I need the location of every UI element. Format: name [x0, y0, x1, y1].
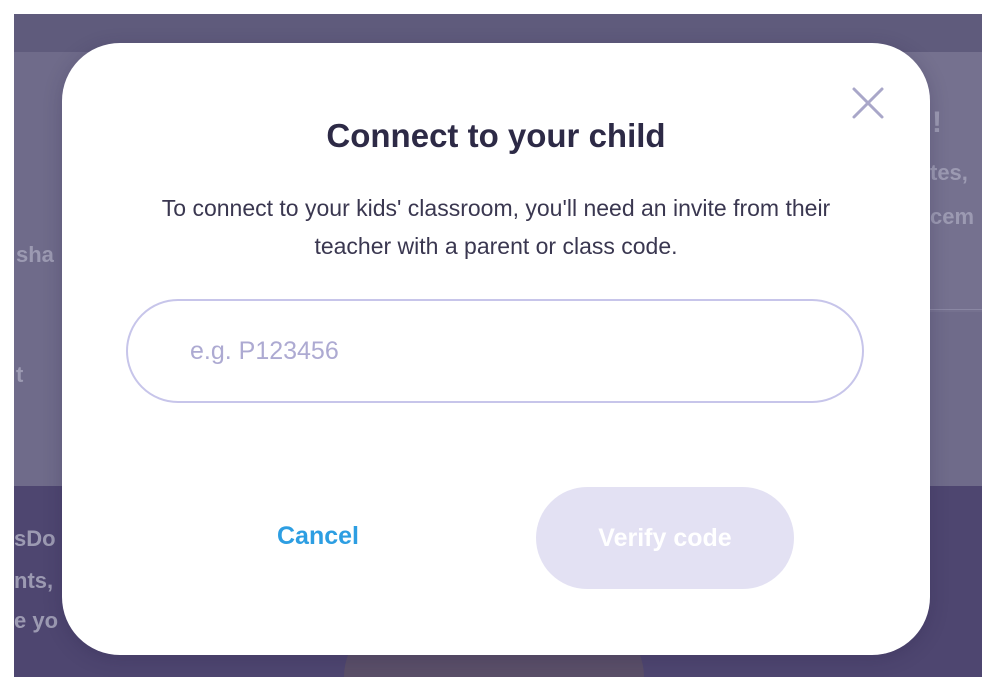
background-text: e yo [14, 608, 59, 633]
background-text: nts, [14, 568, 54, 593]
dialog-description: To connect to your kids' classroom, you'… [161, 195, 831, 259]
background-text: sDo [14, 526, 56, 551]
background-text: cem [930, 204, 975, 229]
dialog-title: Connect to your child [326, 117, 666, 154]
background-text: ! [932, 106, 942, 139]
cancel-button[interactable]: Cancel [218, 501, 418, 571]
background-text: sha [16, 242, 54, 267]
background-text: tes, [930, 160, 968, 185]
background-text: t [16, 362, 24, 387]
verify-code-button[interactable]: Verify code [536, 487, 794, 589]
connect-child-dialog: Connect to your child To connect to your… [62, 43, 930, 655]
code-input[interactable] [126, 299, 864, 403]
